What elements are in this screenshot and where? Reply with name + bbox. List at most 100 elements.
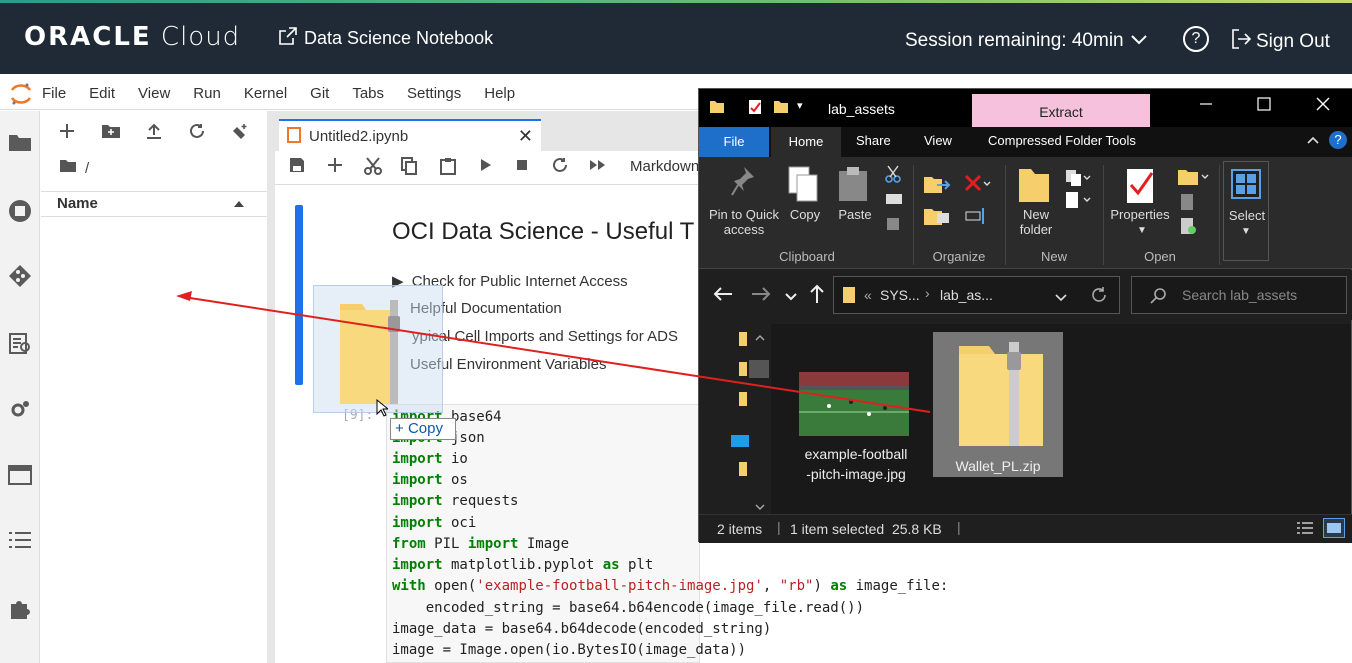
copy-icon[interactable]: [401, 157, 417, 180]
code-line: import oci: [392, 515, 477, 531]
folder-icon[interactable]: [59, 159, 77, 177]
nav-folder-icon[interactable]: [739, 462, 747, 481]
running-stop-icon[interactable]: [8, 199, 32, 223]
minimize-icon[interactable]: [1199, 97, 1213, 116]
pin-quick-access-button[interactable]: Pin to Quick access: [709, 165, 779, 245]
edit-icon[interactable]: [1179, 193, 1197, 216]
stop-icon[interactable]: [515, 157, 529, 178]
help-icon[interactable]: ?: [1329, 131, 1347, 149]
menu-run[interactable]: Run: [193, 85, 221, 102]
cut-icon[interactable]: [885, 165, 901, 188]
address-segment[interactable]: SYS...: [880, 287, 920, 303]
address-segment[interactable]: lab_as...: [940, 287, 993, 303]
select-button[interactable]: Select ▼: [1223, 161, 1269, 261]
data-science-notebook-link[interactable]: Data Science Notebook: [278, 26, 493, 51]
rename-icon[interactable]: [965, 207, 987, 230]
table-of-contents-icon[interactable]: [8, 530, 32, 554]
new-launcher-icon[interactable]: [59, 123, 75, 144]
folder-icon[interactable]: [8, 131, 32, 155]
caret-down-icon: ▼: [1137, 225, 1147, 236]
close-icon[interactable]: ✕: [518, 126, 533, 147]
menu-help[interactable]: Help: [484, 85, 515, 102]
copy-path-icon[interactable]: [885, 192, 903, 210]
oracle-cloud-logo[interactable]: ORACLE Cloud: [24, 22, 240, 52]
new-folder-qat-icon[interactable]: [773, 99, 789, 120]
new-folder-button[interactable]: New folder: [1015, 165, 1059, 245]
restart-icon[interactable]: [552, 157, 568, 178]
back-arrow-icon[interactable]: [713, 286, 733, 307]
nav-folder-icon[interactable]: [739, 362, 747, 381]
help-icon[interactable]: ?: [1183, 26, 1209, 52]
extensions-puzzle-icon[interactable]: [8, 596, 32, 620]
code-line: import matplotlib.pyplot as plt: [392, 557, 654, 573]
easy-access-icon[interactable]: [1065, 191, 1091, 214]
new-item-icon[interactable]: [1065, 169, 1091, 192]
tab-file[interactable]: File: [699, 127, 769, 157]
insert-cell-icon[interactable]: [327, 157, 343, 178]
paste-button[interactable]: Paste: [835, 165, 875, 245]
sign-out-button[interactable]: Sign Out: [1230, 28, 1330, 56]
image-thumbnail[interactable]: [799, 372, 909, 436]
properties-qat-icon[interactable]: [747, 99, 763, 120]
copy-to-icon[interactable]: [923, 205, 951, 232]
delete-icon[interactable]: [963, 173, 991, 200]
details-view-icon[interactable]: [1296, 521, 1314, 538]
recent-locations-icon[interactable]: [785, 289, 797, 307]
properties-button[interactable]: Properties ▼: [1110, 165, 1171, 245]
cut-icon[interactable]: [364, 157, 382, 180]
menu-kernel[interactable]: Kernel: [244, 85, 287, 102]
nav-item-icon[interactable]: [749, 360, 769, 383]
close-icon[interactable]: [1316, 97, 1330, 116]
menu-tabs[interactable]: Tabs: [352, 85, 384, 102]
panel-splitter[interactable]: [267, 111, 275, 663]
settings-gear-icon[interactable]: [8, 398, 32, 422]
run-icon[interactable]: [479, 157, 493, 178]
session-dropdown[interactable]: Session remaining: 40min: [905, 30, 1148, 52]
extract-context-tab[interactable]: Extract: [972, 94, 1150, 127]
large-icons-view-icon[interactable]: [1323, 518, 1345, 538]
menu-settings[interactable]: Settings: [407, 85, 461, 102]
forward-arrow-icon[interactable]: [751, 286, 771, 307]
menu-edit[interactable]: Edit: [89, 85, 115, 102]
move-to-icon[interactable]: [923, 173, 951, 200]
menu-git[interactable]: Git: [310, 85, 329, 102]
code-cell[interactable]: import base64 import json import io impo…: [386, 404, 948, 663]
git-clone-icon[interactable]: [229, 123, 249, 146]
menu-view[interactable]: View: [138, 85, 170, 102]
address-bar[interactable]: « SYS... › lab_as...: [833, 276, 1120, 314]
nav-folder-icon[interactable]: [739, 392, 747, 411]
paste-icon[interactable]: [440, 157, 456, 180]
history-icon[interactable]: [1179, 217, 1197, 240]
selected-file-item[interactable]: Wallet_PL.zip: [933, 332, 1063, 477]
nav-folder-icon[interactable]: [739, 332, 747, 351]
tab-view[interactable]: View: [924, 133, 952, 148]
paste-shortcut-icon[interactable]: [885, 215, 901, 236]
open-icon[interactable]: [1177, 167, 1209, 192]
up-arrow-icon[interactable]: [809, 284, 825, 309]
menu-file[interactable]: File: [42, 85, 66, 102]
tab-home[interactable]: Home: [771, 127, 841, 157]
tab-compressed-folder-tools[interactable]: Compressed Folder Tools: [988, 133, 1136, 148]
tabs-window-icon[interactable]: [8, 464, 32, 488]
qat-dropdown-icon[interactable]: ▾: [797, 99, 803, 112]
tab-share[interactable]: Share: [856, 133, 891, 148]
refresh-icon[interactable]: [189, 123, 205, 144]
chevron-down-icon[interactable]: [1054, 290, 1068, 306]
save-icon[interactable]: [289, 157, 305, 178]
scroll-up-icon[interactable]: [755, 329, 765, 347]
git-icon[interactable]: [8, 264, 32, 288]
property-inspector-icon[interactable]: [8, 331, 32, 355]
nav-desktop-icon[interactable]: [731, 434, 749, 452]
cell-type-select[interactable]: Markdown: [630, 158, 699, 175]
fast-forward-icon[interactable]: [589, 157, 607, 178]
collapse-ribbon-icon[interactable]: [1306, 133, 1320, 152]
new-folder-icon[interactable]: [101, 123, 121, 144]
refresh-icon[interactable]: [1090, 286, 1108, 307]
maximize-icon[interactable]: [1257, 97, 1271, 116]
tab-untitled2[interactable]: Untitled2.ipynb ✕: [279, 119, 541, 152]
copy-button[interactable]: Copy: [785, 165, 825, 245]
name-column-header[interactable]: Name: [41, 191, 267, 217]
upload-icon[interactable]: [145, 123, 163, 144]
toc-item[interactable]: ypical Cell Imports and Settings for ADS: [412, 328, 678, 345]
breadcrumb-root[interactable]: /: [85, 160, 89, 177]
